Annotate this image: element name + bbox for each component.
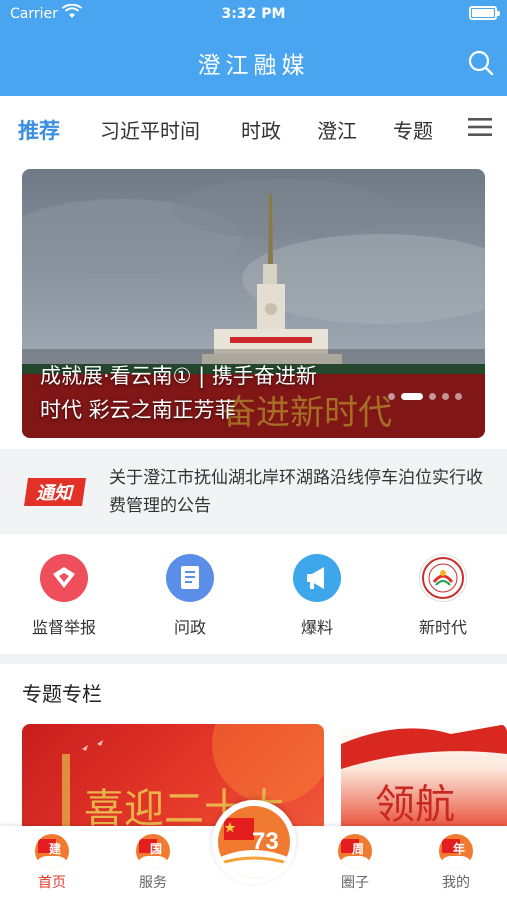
carousel-dot[interactable] [429, 393, 436, 400]
tabbar-label: 我的 [442, 875, 470, 891]
carousel-dot[interactable] [442, 393, 449, 400]
quick-links: 监督举报 问政 爆料 新时代 [0, 534, 507, 654]
notice-bar[interactable]: 通知 关于澄江市抚仙湖北岸环湖路沿线停车泊位实行收费管理的公告 [0, 449, 507, 534]
quick-link-label: 爆料 [300, 618, 333, 637]
anniversary-center-button[interactable]: 73 [212, 800, 296, 884]
tab-chengjiang[interactable]: 澄江 [317, 115, 357, 144]
banner-carousel[interactable]: 奋进新时代 成就展·看云南① | 携手奋进新 时代 彩云之南正芳菲 [22, 169, 485, 438]
tab-recommended[interactable]: 推荐 [18, 115, 60, 145]
quick-link-label: 新时代 [418, 618, 467, 637]
category-tabs: 推荐 习近平时间 时政 澄江 专题 [0, 96, 507, 158]
quick-link-report[interactable]: 监督举报 [19, 554, 109, 638]
banner-caption-line2: 时代 彩云之南正芳菲 [40, 398, 236, 422]
tab-xi-time[interactable]: 习近平时间 [100, 115, 200, 144]
flag-icon: 建 [35, 834, 69, 868]
anniversary-number: 73 [252, 828, 279, 855]
tabbar-glyph: 年 [453, 842, 466, 856]
banner-caption-line1: 成就展·看云南① | 携手奋进新 [40, 364, 317, 388]
notice-text[interactable]: 关于澄江市抚仙湖北岸环湖路沿线停车泊位实行收费管理的公告 [109, 464, 489, 520]
status-time: 3:32 PM [221, 6, 286, 22]
tabbar-glyph: 建 [49, 842, 62, 856]
megaphone-icon [293, 554, 341, 602]
emblem-logo [419, 554, 467, 602]
quick-link-new-era[interactable]: 新时代 [398, 554, 488, 638]
carousel-dot[interactable] [455, 393, 462, 400]
status-bar: Carrier 3:32 PM [0, 0, 507, 28]
tabbar-label: 服务 [139, 875, 167, 891]
tab-topics[interactable]: 专题 [393, 115, 433, 144]
document-icon [166, 554, 214, 602]
topic-card-title: 领航 [375, 782, 455, 828]
tabbar-circle[interactable]: 周 圈子 [320, 834, 390, 892]
flag-icon: 年 [439, 834, 473, 868]
carousel-dot[interactable] [401, 393, 423, 400]
section-divider [0, 654, 507, 664]
topic-card[interactable]: 领航 [341, 724, 507, 834]
flag-icon: 周 [338, 834, 372, 868]
tabbar-home[interactable]: 建 首页 [17, 834, 87, 892]
heart-shield-icon [40, 554, 88, 602]
tabbar-glyph: 国 [150, 842, 163, 856]
carousel-dot[interactable] [388, 393, 395, 400]
tabbar-glyph: 周 [352, 842, 365, 856]
section-title: 专题专栏 [22, 682, 102, 706]
quick-link-label: 监督举报 [31, 618, 96, 637]
tabbar-label: 圈子 [341, 875, 369, 891]
tabbar-mine[interactable]: 年 我的 [421, 834, 491, 892]
quick-link-label: 问政 [173, 618, 206, 637]
quick-link-inquiry[interactable]: 问政 [145, 554, 235, 638]
tabbar-label: 首页 [38, 875, 66, 891]
search-icon[interactable] [466, 48, 496, 78]
notice-badge-label: 通知 [36, 483, 75, 504]
notice-badge: 通知 [24, 478, 86, 506]
battery-icon [469, 6, 500, 20]
app-title: 澄江融媒 [197, 53, 310, 79]
tabbar-services[interactable]: 国 服务 [118, 834, 188, 892]
menu-icon[interactable] [468, 117, 492, 137]
tab-politics[interactable]: 时政 [241, 115, 281, 144]
flag-icon: 国 [136, 834, 170, 868]
quick-link-tipoff[interactable]: 爆料 [272, 554, 362, 638]
anniversary-badge-icon: 73 [218, 806, 290, 878]
app-header: Carrier 3:32 PM 澄江融媒 [0, 0, 507, 96]
banner-caption[interactable]: 成就展·看云南① | 携手奋进新 时代 彩云之南正芳菲 [40, 359, 390, 427]
